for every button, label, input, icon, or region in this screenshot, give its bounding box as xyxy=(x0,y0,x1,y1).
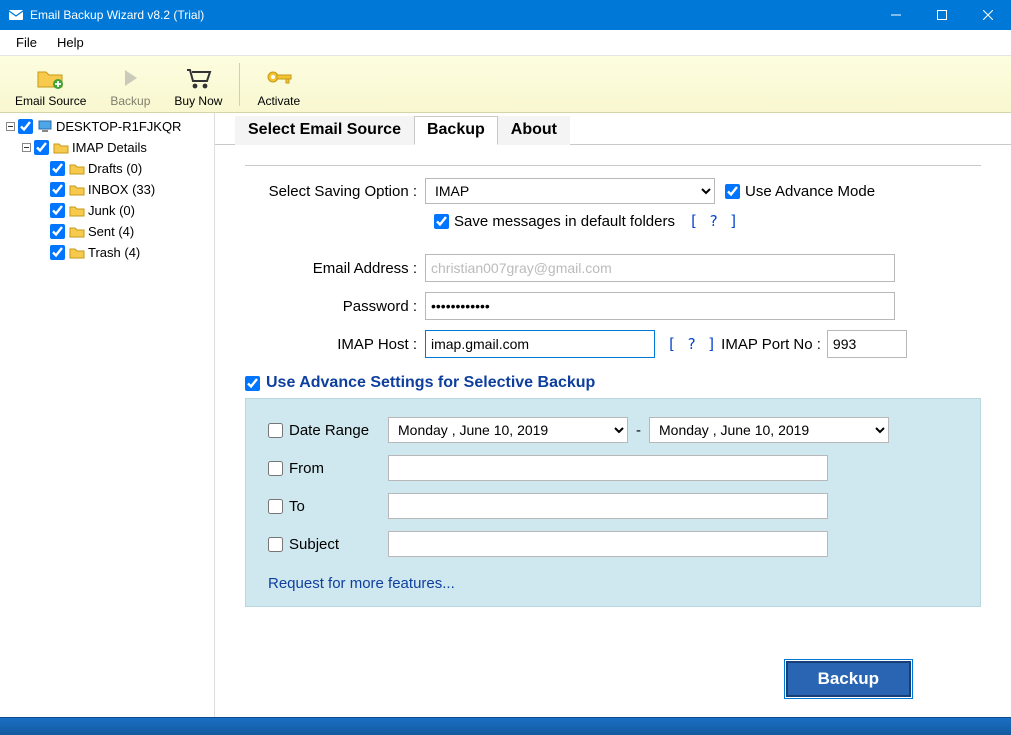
folder-icon xyxy=(68,183,86,196)
to-label: To xyxy=(289,498,305,515)
date-range-label: Date Range xyxy=(289,422,369,439)
use-advance-settings-label: Use Advance Settings for Selective Backu… xyxy=(266,374,595,392)
minimize-button[interactable] xyxy=(873,0,919,30)
date-range-end[interactable]: Monday , June 10, 2019 xyxy=(649,417,889,443)
imap-host-label: IMAP Host : xyxy=(245,336,425,353)
saving-option-select[interactable]: IMAP xyxy=(425,178,715,204)
help-link-host[interactable]: [ ? ] xyxy=(667,335,717,353)
tree-root-checkbox[interactable] xyxy=(18,119,33,134)
collapse-icon[interactable] xyxy=(20,142,32,154)
app-icon xyxy=(8,7,24,23)
tree-folder-trash[interactable]: Trash (4) xyxy=(32,242,214,263)
toolbar-buy-now[interactable]: Buy Now xyxy=(163,59,233,110)
menu-help[interactable]: Help xyxy=(47,31,94,54)
tree-folder-junk[interactable]: Junk (0) xyxy=(32,200,214,221)
use-advance-mode-checkbox[interactable] xyxy=(725,184,740,199)
help-link-default-folders[interactable]: [ ? ] xyxy=(689,212,739,230)
date-range-start[interactable]: Monday , June 10, 2019 xyxy=(388,417,628,443)
play-icon xyxy=(118,63,142,93)
email-address-input[interactable] xyxy=(425,254,895,282)
folder-icon xyxy=(52,141,70,154)
key-icon xyxy=(264,63,294,93)
advance-settings-panel: Date Range Monday , June 10, 2019 - Mond… xyxy=(245,398,981,607)
tree-sent-checkbox[interactable] xyxy=(50,224,65,239)
folder-add-icon xyxy=(36,63,66,93)
password-input[interactable] xyxy=(425,292,895,320)
folder-icon xyxy=(68,204,86,217)
cart-icon xyxy=(184,63,212,93)
tree-trash-checkbox[interactable] xyxy=(50,245,65,260)
tree-inbox-checkbox[interactable] xyxy=(50,182,65,197)
divider xyxy=(245,165,981,166)
backup-button[interactable]: Backup xyxy=(786,661,911,697)
date-range-dash: - xyxy=(636,422,641,439)
collapse-icon[interactable] xyxy=(4,121,16,133)
computer-icon xyxy=(36,120,54,134)
toolbar-backup-label: Backup xyxy=(110,94,150,108)
to-checkbox[interactable] xyxy=(268,499,283,514)
toolbar-separator xyxy=(239,63,240,106)
subject-label: Subject xyxy=(289,536,339,553)
tree-drafts-checkbox[interactable] xyxy=(50,161,65,176)
subject-input[interactable] xyxy=(388,531,828,557)
tab-backup[interactable]: Backup xyxy=(414,116,498,145)
tree-folder-sent[interactable]: Sent (4) xyxy=(32,221,214,242)
backup-tab-content: Select Saving Option : IMAP Use Advance … xyxy=(215,145,1011,717)
date-range-checkbox[interactable] xyxy=(268,423,283,438)
tree-folder-inbox[interactable]: INBOX (33) xyxy=(32,179,214,200)
tree-root-label: DESKTOP-R1FJKQR xyxy=(56,119,181,134)
maximize-button[interactable] xyxy=(919,0,965,30)
tree-root-desktop[interactable]: DESKTOP-R1FJKQR xyxy=(0,116,214,137)
tree-junk-checkbox[interactable] xyxy=(50,203,65,218)
window-title: Email Backup Wizard v8.2 (Trial) xyxy=(30,8,873,22)
tree-imap-checkbox[interactable] xyxy=(34,140,49,155)
tree-imap-details[interactable]: IMAP Details xyxy=(16,137,214,158)
use-advance-mode-label: Use Advance Mode xyxy=(745,183,875,200)
folder-icon xyxy=(68,246,86,259)
imap-port-input[interactable] xyxy=(827,330,907,358)
close-button[interactable] xyxy=(965,0,1011,30)
folder-icon xyxy=(68,162,86,175)
from-checkbox[interactable] xyxy=(268,461,283,476)
request-features-link[interactable]: Request for more features... xyxy=(268,575,455,592)
saving-option-label: Select Saving Option : xyxy=(245,183,425,200)
toolbar-backup[interactable]: Backup xyxy=(99,59,161,110)
status-bar xyxy=(0,717,1011,735)
imap-host-input[interactable] xyxy=(425,330,655,358)
toolbar-email-source[interactable]: Email Source xyxy=(4,59,97,110)
toolbar-buy-now-label: Buy Now xyxy=(174,94,222,108)
password-label: Password : xyxy=(245,298,425,315)
menu-file[interactable]: File xyxy=(6,31,47,54)
tree-folder-drafts[interactable]: Drafts (0) xyxy=(32,158,214,179)
toolbar-activate-label: Activate xyxy=(257,94,300,108)
folder-tree-sidebar: DESKTOP-R1FJKQR IMAP Details xyxy=(0,113,215,717)
main-panel: Select Email Source Backup About Select … xyxy=(215,113,1011,717)
save-default-folders-label: Save messages in default folders xyxy=(454,213,675,230)
subject-checkbox[interactable] xyxy=(268,537,283,552)
toolbar-email-source-label: Email Source xyxy=(15,94,86,108)
from-input[interactable] xyxy=(388,455,828,481)
tree-drafts-label: Drafts (0) xyxy=(88,161,142,176)
title-bar: Email Backup Wizard v8.2 (Trial) xyxy=(0,0,1011,30)
from-label: From xyxy=(289,460,324,477)
tree-inbox-label: INBOX (33) xyxy=(88,182,155,197)
tree-imap-label: IMAP Details xyxy=(72,140,147,155)
toolbar-activate[interactable]: Activate xyxy=(246,59,311,110)
tab-about[interactable]: About xyxy=(498,116,570,145)
toolbar: Email Source Backup Buy Now Activate xyxy=(0,56,1011,113)
tab-strip: Select Email Source Backup About xyxy=(215,115,1011,145)
imap-port-label: IMAP Port No : xyxy=(721,336,821,353)
tree-trash-label: Trash (4) xyxy=(88,245,140,260)
email-address-label: Email Address : xyxy=(245,260,425,277)
folder-icon xyxy=(68,225,86,238)
save-default-folders-checkbox[interactable] xyxy=(434,214,449,229)
tab-select-source[interactable]: Select Email Source xyxy=(235,116,414,145)
use-advance-settings-checkbox[interactable] xyxy=(245,376,260,391)
menu-bar: File Help xyxy=(0,30,1011,56)
to-input[interactable] xyxy=(388,493,828,519)
tree-sent-label: Sent (4) xyxy=(88,224,134,239)
tree-junk-label: Junk (0) xyxy=(88,203,135,218)
